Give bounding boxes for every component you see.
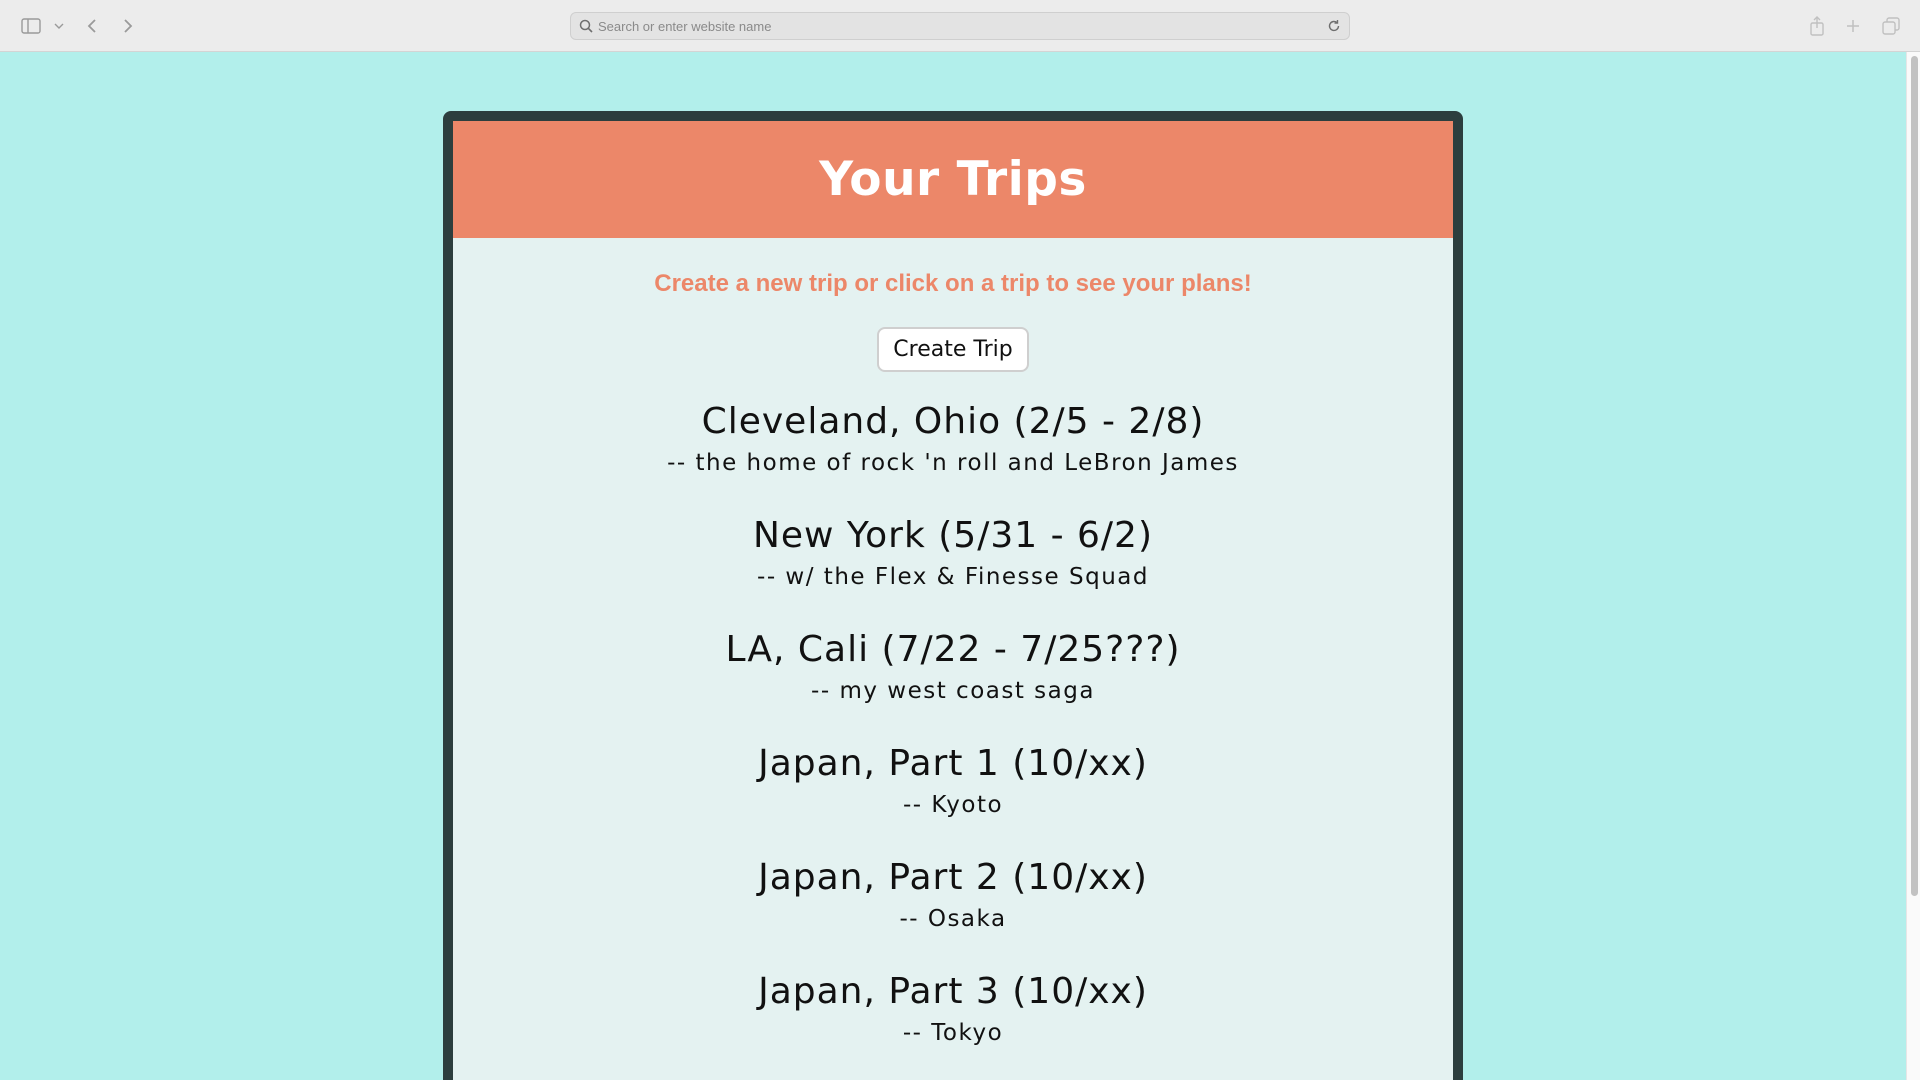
trip-title[interactable]: Japan, Part 3 (10/xx) bbox=[453, 966, 1453, 1018]
plus-icon[interactable] bbox=[1844, 14, 1862, 38]
share-icon[interactable] bbox=[1808, 14, 1826, 38]
trip-title[interactable]: LA, Cali (7/22 - 7/25???) bbox=[453, 624, 1453, 676]
trip-description: -- the home of rock 'n roll and LeBron J… bbox=[667, 450, 1239, 476]
trip-item[interactable]: LA, Cali (7/22 - 7/25???) -- my west coa… bbox=[453, 624, 1453, 738]
page-subtitle: Create a new trip or click on a trip to … bbox=[654, 270, 1252, 297]
trip-item[interactable]: Japan, Part 3 (10/xx) -- Tokyo bbox=[453, 966, 1453, 1080]
trips-card-body: Your Trips Create a new trip or click on… bbox=[453, 121, 1453, 1080]
trip-description: -- my west coast saga bbox=[811, 678, 1095, 704]
page-title: Your Trips bbox=[819, 152, 1087, 207]
tabs-icon[interactable] bbox=[1882, 14, 1900, 38]
back-icon[interactable] bbox=[84, 14, 100, 38]
search-icon bbox=[579, 19, 593, 33]
address-bar[interactable] bbox=[570, 12, 1350, 40]
reload-icon[interactable] bbox=[1327, 19, 1341, 33]
trip-description: -- Osaka bbox=[899, 906, 1007, 932]
card-header: Your Trips bbox=[453, 121, 1453, 238]
trip-title[interactable]: Japan, Part 2 (10/xx) bbox=[453, 852, 1453, 904]
trip-title[interactable]: New York (5/31 - 6/2) bbox=[453, 510, 1453, 562]
trip-title[interactable]: Cleveland, Ohio (2/5 - 2/8) bbox=[453, 396, 1453, 448]
trip-item[interactable]: New York (5/31 - 6/2) -- w/ the Flex & F… bbox=[453, 510, 1453, 624]
trip-description: -- Tokyo bbox=[902, 1020, 1004, 1046]
page-scrollbar[interactable] bbox=[1906, 52, 1920, 1080]
address-input[interactable] bbox=[598, 14, 1327, 38]
trip-item[interactable]: Cleveland, Ohio (2/5 - 2/8) -- the home … bbox=[453, 396, 1453, 510]
trip-item[interactable]: Japan, Part 1 (10/xx) -- Kyoto bbox=[453, 738, 1453, 852]
trip-description: -- Kyoto bbox=[902, 792, 1004, 818]
create-trip-button[interactable]: Create Trip bbox=[877, 327, 1029, 372]
trip-description: -- w/ the Flex & Finesse Squad bbox=[757, 564, 1149, 590]
trips-card: Your Trips Create a new trip or click on… bbox=[443, 111, 1463, 1080]
forward-icon[interactable] bbox=[120, 14, 136, 38]
trip-list: Cleveland, Ohio (2/5 - 2/8) -- the home … bbox=[453, 396, 1453, 1080]
sidebar-icon[interactable] bbox=[20, 14, 42, 38]
trip-title[interactable]: Japan, Part 1 (10/xx) bbox=[453, 738, 1453, 790]
scrollbar-thumb[interactable] bbox=[1911, 56, 1918, 896]
browser-toolbar bbox=[0, 0, 1920, 52]
trip-item[interactable]: Japan, Part 2 (10/xx) -- Osaka bbox=[453, 852, 1453, 966]
chevron-down-icon[interactable] bbox=[52, 14, 66, 38]
